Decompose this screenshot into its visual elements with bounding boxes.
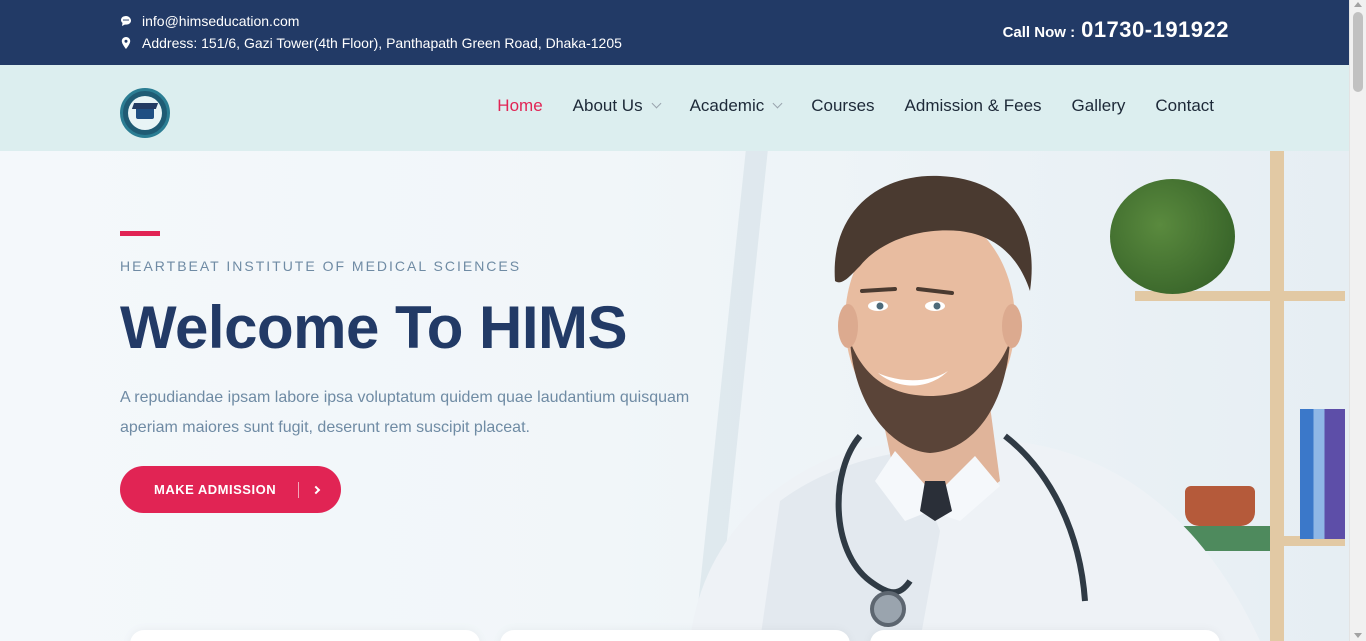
- scroll-up-arrow-icon[interactable]: [1354, 2, 1362, 7]
- contact-info: info@himseducation.com Address: 151/6, G…: [120, 10, 622, 54]
- hero-title: Welcome To HIMS: [120, 294, 628, 361]
- hero-subtitle: HEARTBEAT INSTITUTE OF MEDICAL SCIENCES: [120, 258, 522, 274]
- email-row[interactable]: info@himseducation.com: [120, 10, 622, 32]
- scrollbar-thumb[interactable]: [1353, 12, 1363, 92]
- make-admission-label: MAKE ADMISSION: [154, 482, 277, 497]
- top-bar: info@himseducation.com Address: 151/6, G…: [0, 0, 1349, 65]
- scroll-down-arrow-icon[interactable]: [1354, 633, 1362, 638]
- make-admission-button[interactable]: MAKE ADMISSION: [120, 466, 341, 513]
- hero-section: HEARTBEAT INSTITUTE OF MEDICAL SCIENCES …: [0, 151, 1349, 641]
- nav-item-courses[interactable]: Courses: [811, 96, 874, 116]
- chevron-down-icon: [651, 98, 662, 109]
- nav-item-academic[interactable]: Academic: [689, 96, 783, 116]
- call-label: Call Now :: [1002, 24, 1076, 41]
- hero-divider: [120, 231, 160, 236]
- chevron-right-icon: [311, 485, 321, 494]
- nav-menu: Home About Us Academic Courses Admission…: [497, 96, 1214, 116]
- map-pin-icon: [120, 37, 132, 49]
- address-text: Address: 151/6, Gazi Tower(4th Floor), P…: [142, 35, 622, 51]
- email-text[interactable]: info@himseducation.com: [142, 10, 299, 32]
- nav-label: Academic: [689, 96, 765, 115]
- call-now[interactable]: Call Now : 01730-191922: [1003, 17, 1229, 43]
- nav-item-admission-fees[interactable]: Admission & Fees: [905, 96, 1042, 116]
- main-navbar: Home About Us Academic Courses Admission…: [0, 65, 1349, 151]
- graduation-cap-icon: [136, 107, 154, 119]
- nav-label: About Us: [572, 96, 643, 115]
- chat-bubble-icon: [120, 15, 132, 27]
- site-logo[interactable]: [120, 88, 170, 138]
- nav-label: Contact: [1155, 96, 1214, 115]
- button-separator: [298, 481, 300, 498]
- nav-label: Home: [497, 96, 543, 115]
- nav-label: Courses: [811, 96, 875, 115]
- page-scrollbar[interactable]: [1349, 0, 1366, 641]
- nav-item-gallery[interactable]: Gallery: [1072, 96, 1126, 116]
- feature-card[interactable]: [130, 630, 480, 641]
- hero-description: A repudiandae ipsam labore ipsa voluptat…: [120, 389, 690, 436]
- chevron-down-icon: [772, 98, 783, 109]
- nav-label: Gallery: [1071, 96, 1126, 115]
- address-row: Address: 151/6, Gazi Tower(4th Floor), P…: [120, 32, 622, 54]
- feature-card[interactable]: [870, 630, 1220, 641]
- logo-inner: [128, 96, 162, 130]
- feature-card[interactable]: [500, 630, 850, 641]
- nav-item-home[interactable]: Home: [497, 96, 542, 116]
- call-number[interactable]: 01730-191922: [1081, 17, 1229, 43]
- nav-label: Admission & Fees: [904, 96, 1042, 115]
- nav-item-about-us[interactable]: About Us: [572, 96, 662, 116]
- nav-item-contact[interactable]: Contact: [1155, 96, 1214, 116]
